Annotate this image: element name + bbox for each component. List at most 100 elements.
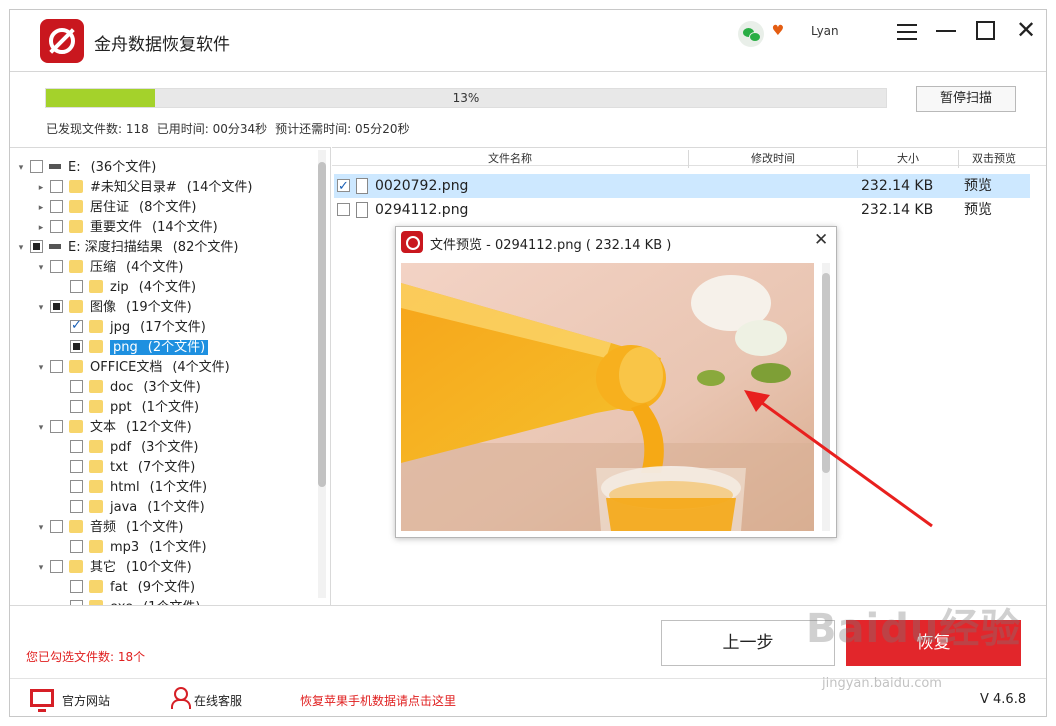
file-icon: [356, 178, 368, 194]
folder-tree: ▾ E: (36个文件) ▸ #未知父目录# (14个文件) ▸ 居住证 (8个文件) ▸ 重要文件…: [10, 147, 331, 605]
chevron-down-icon[interactable]: ▾: [36, 518, 46, 538]
table-row[interactable]: 0294112.png 232.14 KB 预览: [334, 198, 1030, 222]
tree-label: fat (9个文件): [110, 580, 196, 595]
tree-item[interactable]: ▾ 图像 (19个文件): [36, 298, 192, 318]
file-icon: [356, 202, 368, 218]
tree-checkbox[interactable]: [50, 200, 63, 213]
tree-scrollbar[interactable]: [318, 150, 326, 598]
tree-item[interactable]: txt (7个文件): [56, 458, 195, 478]
close-icon[interactable]: ✕: [1015, 18, 1037, 42]
tree-item[interactable]: doc (3个文件): [56, 378, 201, 398]
tree-label: mp3 (1个文件): [110, 540, 207, 555]
found-files: 已发现文件数: 118: [46, 122, 149, 136]
tree-label: ppt (1个文件): [110, 400, 200, 415]
tree-checkbox[interactable]: [50, 420, 63, 433]
tree-item[interactable]: ▸ 居住证 (8个文件): [36, 198, 196, 218]
chevron-right-icon[interactable]: ▸: [36, 198, 46, 218]
drive-icon: [49, 244, 61, 249]
chevron-down-icon[interactable]: ▾: [16, 238, 26, 258]
tree-item[interactable]: ▾ 音频 (1个文件): [36, 518, 183, 538]
tree-checkbox[interactable]: [50, 260, 63, 273]
tree-item[interactable]: ▾ E: (36个文件): [16, 158, 156, 178]
annotation-arrow: [744, 390, 933, 528]
tree-item[interactable]: ▸ #未知父目录# (14个文件): [36, 178, 252, 198]
tree-label: E: 深度扫描结果 (82个文件): [68, 240, 239, 255]
wechat-icon[interactable]: [738, 21, 764, 47]
tree-item[interactable]: ppt (1个文件): [56, 398, 199, 418]
folder-icon: [89, 540, 103, 553]
maximize-icon[interactable]: [976, 21, 995, 40]
tree-item[interactable]: ▾ 压缩 (4个文件): [36, 258, 183, 278]
minimize-icon[interactable]: [936, 30, 956, 32]
website-link[interactable]: 官方网站: [62, 692, 110, 709]
tree-checkbox[interactable]: [30, 240, 43, 253]
title-bar: 金舟数据恢复软件 ♥ Lyan ✕: [10, 10, 1046, 72]
chevron-down-icon[interactable]: ▾: [36, 418, 46, 438]
close-icon[interactable]: ✕: [814, 230, 828, 250]
chevron-right-icon[interactable]: ▸: [36, 218, 46, 238]
tree-checkbox[interactable]: [50, 300, 63, 313]
tree-item[interactable]: mp3 (1个文件): [56, 538, 207, 558]
tree-item[interactable]: fat (9个文件): [56, 578, 195, 598]
tree-label: E: (36个文件): [68, 160, 157, 175]
tree-item[interactable]: pdf (3个文件): [56, 438, 199, 458]
pause-scan-button[interactable]: 暂停扫描: [916, 86, 1016, 112]
tree-checkbox[interactable]: [30, 160, 43, 173]
tree-item[interactable]: ▸ 重要文件 (14个文件): [36, 218, 218, 238]
column-name[interactable]: 文件名称: [332, 150, 688, 166]
table-row[interactable]: 0020792.png 232.14 KB 预览: [334, 174, 1030, 199]
tree-checkbox[interactable]: [70, 316, 83, 336]
chevron-down-icon[interactable]: ▾: [36, 258, 46, 278]
chevron-right-icon[interactable]: ▸: [36, 178, 46, 198]
chevron-down-icon[interactable]: ▾: [36, 558, 46, 578]
tree-checkbox[interactable]: [70, 480, 83, 493]
file-list-header: 文件名称 修改时间 大小 双击预览: [332, 148, 1046, 168]
tree-checkbox[interactable]: [50, 520, 63, 533]
tree-checkbox[interactable]: [70, 400, 83, 413]
ios-recovery-link[interactable]: 恢复苹果手机数据请点击这里: [300, 692, 456, 709]
tree-item[interactable]: html (1个文件): [56, 478, 207, 498]
tree-item[interactable]: ▾ 文本 (12个文件): [36, 418, 192, 438]
tree-checkbox[interactable]: [70, 460, 83, 473]
tree-label: java (1个文件): [110, 500, 205, 515]
tree-checkbox[interactable]: [70, 280, 83, 293]
elapsed-time: 已用时间: 00分34秒: [156, 122, 268, 136]
folder-icon: [89, 400, 103, 413]
tree-checkbox[interactable]: [50, 220, 63, 233]
tree-checkbox[interactable]: [70, 340, 83, 353]
tree-checkbox[interactable]: [50, 360, 63, 373]
preview-link[interactable]: 预览: [964, 198, 992, 222]
chevron-down-icon[interactable]: ▾: [36, 358, 46, 378]
column-modified[interactable]: 修改时间: [689, 150, 857, 166]
column-size[interactable]: 大小: [858, 150, 958, 166]
menu-icon[interactable]: [897, 24, 917, 40]
logo-icon: [40, 19, 84, 63]
tree-item[interactable]: zip (4个文件): [56, 278, 196, 298]
tree-checkbox[interactable]: [70, 580, 83, 593]
row-checkbox[interactable]: [337, 175, 350, 199]
folder-icon: [89, 500, 103, 513]
tree-checkbox[interactable]: [70, 500, 83, 513]
support-link[interactable]: 在线客服: [194, 692, 242, 709]
tree-label: png (2个文件): [110, 340, 209, 355]
tree-checkbox[interactable]: [70, 440, 83, 453]
tree-checkbox[interactable]: [50, 180, 63, 193]
tree-item[interactable]: png (2个文件): [56, 338, 209, 358]
chevron-down-icon[interactable]: ▾: [16, 158, 26, 178]
preview-link[interactable]: 预览: [964, 174, 992, 198]
tree-checkbox[interactable]: [50, 560, 63, 573]
tree-checkbox[interactable]: [70, 380, 83, 393]
chevron-down-icon[interactable]: ▾: [36, 298, 46, 318]
column-preview[interactable]: 双击预览: [959, 150, 1029, 166]
vip-icon[interactable]: ♥: [770, 23, 786, 39]
tree-item[interactable]: ▾ OFFICE文档 (4个文件): [36, 358, 230, 378]
row-checkbox[interactable]: [337, 203, 350, 216]
tree-item[interactable]: java (1个文件): [56, 498, 205, 518]
tree-checkbox[interactable]: [70, 540, 83, 553]
tree-item[interactable]: exe(1个文件): [56, 598, 200, 605]
tree-item[interactable]: ▾ 其它 (10个文件): [36, 558, 192, 578]
user-name[interactable]: Lyan: [811, 24, 839, 38]
tree-item[interactable]: ▾ E: 深度扫描结果 (82个文件): [16, 238, 238, 258]
tree-item[interactable]: jpg(17个文件): [56, 316, 206, 338]
file-name: 0294112.png: [375, 202, 469, 218]
